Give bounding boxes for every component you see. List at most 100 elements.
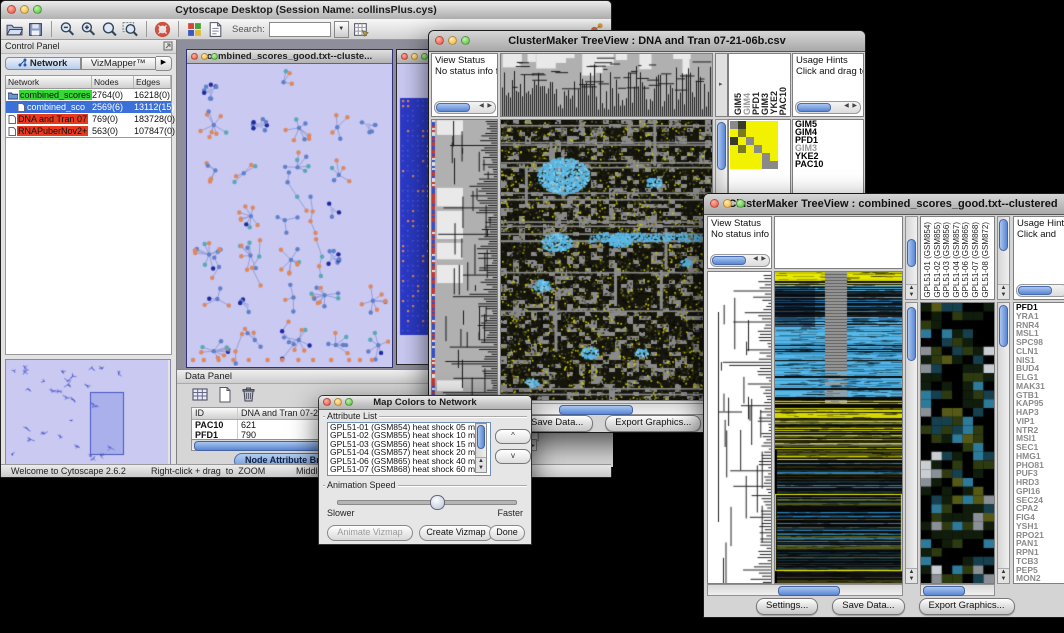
treeview2-titlebar[interactable]: ClusterMaker TreeView : combined_scores_… xyxy=(704,194,1064,215)
gene-label[interactable]: MON2 xyxy=(1014,574,1064,583)
main-titlebar[interactable]: Cytoscape Desktop (Session Name: collins… xyxy=(1,1,611,20)
delete-attribute-icon[interactable] xyxy=(239,385,259,405)
row-dendrogram-pane[interactable] xyxy=(431,119,498,401)
scrollbar-thumb[interactable] xyxy=(712,256,746,265)
matrix-cell[interactable] xyxy=(738,161,746,169)
minimize-button[interactable] xyxy=(334,398,342,406)
matrix-cell[interactable] xyxy=(770,145,778,153)
settings-button[interactable]: Settings... xyxy=(756,598,818,615)
column-labels-vscrollbar[interactable]: ▲▼ xyxy=(905,216,918,300)
row-dendrogram-canvas[interactable] xyxy=(708,272,771,583)
matrix-cell[interactable] xyxy=(762,129,770,137)
matrix-cell[interactable] xyxy=(746,153,754,161)
scroll-arrows-icon[interactable]: ▲▼ xyxy=(906,568,917,583)
scroll-arrows-icon[interactable]: ◀ ▶ xyxy=(753,255,767,264)
attribute-list-vscrollbar[interactable]: ▲▼ xyxy=(475,423,487,473)
heatmap-pane[interactable] xyxy=(500,119,713,401)
network-table-row[interactable]: DNA and Tran 07769(0)183728(0) xyxy=(6,113,171,125)
zoom-button[interactable] xyxy=(33,5,42,14)
network-overview-panel[interactable] xyxy=(5,359,171,471)
divider-arrow-icon[interactable]: ▸ xyxy=(719,80,723,88)
network-table-row[interactable]: combined_sco2569(6)13112(15) xyxy=(6,101,171,113)
matrix-cell[interactable] xyxy=(754,145,762,153)
matrix-cell[interactable] xyxy=(762,121,770,129)
save-session-icon[interactable] xyxy=(27,21,44,38)
zoom-button[interactable] xyxy=(736,199,745,208)
matrix-cell[interactable] xyxy=(746,129,754,137)
matrix-cell[interactable] xyxy=(730,129,738,137)
float-panel-icon[interactable] xyxy=(163,41,173,51)
scrollbar-thumb[interactable] xyxy=(559,405,633,415)
search-input[interactable] xyxy=(269,22,331,37)
mini-hscrollbar[interactable]: ◀ ▶ xyxy=(795,101,861,114)
cluster-zoom-canvas[interactable] xyxy=(921,303,994,583)
heatmap-pane[interactable] xyxy=(774,271,903,584)
matrix-cell[interactable] xyxy=(754,137,762,145)
scrollbar-thumb[interactable] xyxy=(1018,286,1052,295)
zoom-out-icon[interactable] xyxy=(59,21,76,38)
export-graphics-button[interactable]: Export Graphics... xyxy=(605,415,701,432)
row-dendrogram-pane[interactable] xyxy=(707,271,772,584)
matrix-cell[interactable] xyxy=(770,137,778,145)
matrix-cell[interactable] xyxy=(770,153,778,161)
matrix-cell[interactable] xyxy=(770,161,778,169)
slider-thumb[interactable] xyxy=(430,495,445,510)
labels-vscrollbar[interactable]: ▲▼ xyxy=(997,216,1010,300)
minimize-button[interactable] xyxy=(448,36,457,45)
scroll-arrows-icon[interactable]: ▲▼ xyxy=(998,568,1009,583)
scroll-arrows-icon[interactable]: ◀ ▶ xyxy=(479,102,493,111)
matrix-cell[interactable] xyxy=(738,153,746,161)
network-window1-titlebar[interactable]: combined_scores_good.txt--cluste... xyxy=(187,50,392,64)
save-data-button[interactable]: Save Data... xyxy=(832,598,904,615)
network-view-window-1[interactable]: combined_scores_good.txt--cluste... xyxy=(186,49,393,368)
matrix-cell[interactable] xyxy=(730,121,738,129)
matrix-cell[interactable] xyxy=(746,145,754,153)
network-table-row[interactable]: RNAPuberNov2+563(0)107847(0) xyxy=(6,125,171,137)
matrix-cell[interactable] xyxy=(730,161,738,169)
close-button[interactable] xyxy=(401,53,408,60)
close-button[interactable] xyxy=(323,398,331,406)
dialog-titlebar[interactable]: Map Colors to Network xyxy=(319,396,531,410)
move-down-button[interactable]: v xyxy=(495,449,531,464)
matrix-cell[interactable] xyxy=(770,121,778,129)
zoom-vscrollbar[interactable]: ▲▼ xyxy=(997,302,1010,584)
matrix-cell[interactable] xyxy=(746,137,754,145)
search-dropdown-arrow[interactable]: ▼ xyxy=(334,21,349,38)
animation-speed-slider[interactable] xyxy=(337,500,517,505)
done-button[interactable]: Done xyxy=(489,525,525,541)
scrollbar-thumb[interactable] xyxy=(999,219,1008,251)
column-dendrogram-pane[interactable] xyxy=(500,53,713,117)
scrollbar-thumb[interactable] xyxy=(907,239,916,267)
zoom-button[interactable] xyxy=(345,398,353,406)
attribute-list-item[interactable]: GPL51-07 (GSM868) heat shock 60 min xyxy=(328,465,490,473)
animate-vizmap-button[interactable]: Animate Vizmap xyxy=(327,525,413,541)
scrollbar-thumb[interactable] xyxy=(436,103,470,112)
mini-hscrollbar[interactable]: ◀ ▶ xyxy=(710,254,770,267)
matrix-cell[interactable] xyxy=(754,121,762,129)
gene-label[interactable]: PAC10 xyxy=(793,160,863,168)
mini-hscrollbar[interactable]: ◀ ▶ xyxy=(434,101,496,114)
export-graphics-button[interactable]: Export Graphics... xyxy=(919,598,1015,615)
treeview1-titlebar[interactable]: ClusterMaker TreeView : DNA and Tran 07-… xyxy=(429,31,865,52)
vizmapper-icon[interactable] xyxy=(186,21,203,38)
scrollbar-thumb[interactable] xyxy=(477,425,485,449)
matrix-cell[interactable] xyxy=(762,137,770,145)
scrollbar-thumb[interactable] xyxy=(717,122,726,170)
heatmap-canvas[interactable] xyxy=(775,272,902,583)
zoom-fit-icon[interactable] xyxy=(101,21,118,38)
attribute-table-icon[interactable] xyxy=(191,385,211,405)
close-button[interactable] xyxy=(7,5,16,14)
matrix-cell[interactable] xyxy=(754,153,762,161)
column-dendrogram-canvas[interactable] xyxy=(501,54,712,116)
attribute-list[interactable]: GPL51-01 (GSM854) heat shock 05 minGPL51… xyxy=(327,422,491,476)
network-table-row[interactable]: combined_scores2764(0)16218(0) xyxy=(6,89,171,101)
matrix-cell[interactable] xyxy=(730,137,738,145)
minimize-button[interactable] xyxy=(723,199,732,208)
matrix-cell[interactable] xyxy=(762,145,770,153)
annotation-icon[interactable] xyxy=(207,21,224,38)
tab-overflow-button[interactable]: ▶ xyxy=(156,56,172,71)
tab-network[interactable]: Network xyxy=(5,57,81,70)
matrix-cell[interactable] xyxy=(746,161,754,169)
help-icon[interactable] xyxy=(154,21,171,38)
matrix-cell[interactable] xyxy=(762,153,770,161)
